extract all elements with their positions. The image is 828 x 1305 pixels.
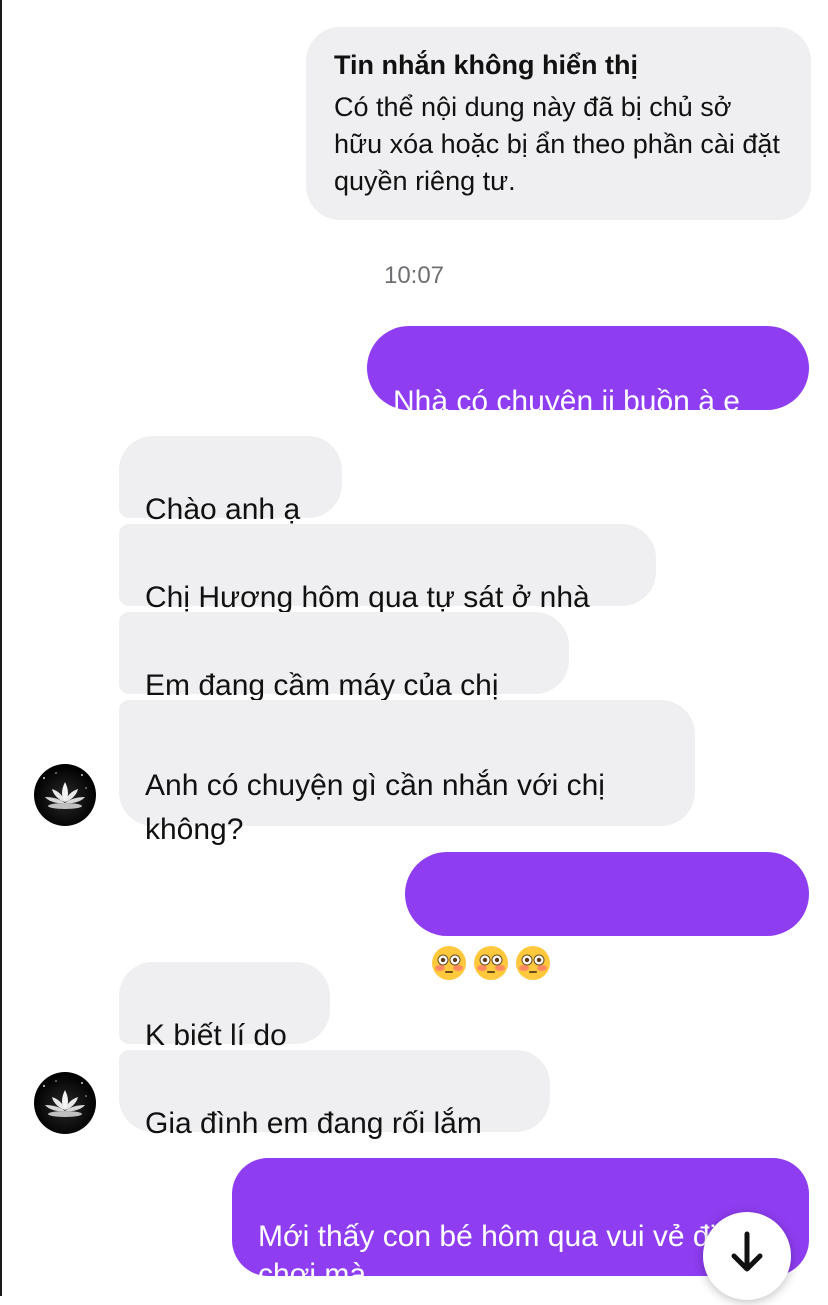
message-bubble-outgoing[interactable]: hả sao lại thế: [405, 852, 809, 1052]
message-bubble-incoming[interactable]: Chị Hương hôm qua tự sát ở nhà: [119, 524, 656, 614]
lotus-icon: [43, 1080, 87, 1117]
arrow-down-icon: [731, 1231, 763, 1272]
unavailable-message-title: Tin nhắn không hiển thị: [334, 50, 638, 80]
message-bubble-incoming[interactable]: Anh có chuyện gì cần nhắn với chị không?: [119, 700, 695, 846]
message-text: Nhà có chuyện ji buồn à e: [393, 385, 740, 418]
message-bubble-incoming[interactable]: K biết lí do: [119, 962, 330, 1052]
screen-edge: [0, 0, 2, 1296]
message-text: Gia đình em đang rối lắm: [145, 1107, 482, 1140]
emoji-group: [431, 945, 557, 981]
scroll-to-bottom-button[interactable]: [703, 1212, 791, 1300]
message-bubble-outgoing[interactable]: Nhà có chuyện ji buồn à e: [367, 326, 809, 418]
message-text: Chị Hương hôm qua tự sát ở nhà: [145, 581, 590, 614]
message-timestamp: 10:07: [383, 262, 445, 289]
lotus-avatar[interactable]: [34, 1072, 96, 1134]
message-text: Anh có chuyện gì cần nhắn với chị không?: [145, 769, 605, 846]
message-text: K biết lí do: [145, 1019, 287, 1052]
unavailable-message-description: Có thể nội dung này đã bị chủ sở hữu xóa…: [334, 92, 780, 196]
message-text: Em đang cầm máy của chị: [145, 669, 499, 702]
message-bubble-incoming[interactable]: Em đang cầm máy của chị: [119, 612, 569, 702]
lotus-avatar[interactable]: [34, 764, 96, 826]
lotus-icon: [43, 772, 87, 809]
flushed-face-icon: [516, 946, 550, 981]
message-text: Mới thấy con bé hôm qua vui vẻ đi chơi m…: [258, 1220, 717, 1291]
message-text: hả sao lại thế: [431, 1019, 610, 1053]
unavailable-message-card[interactable]: Tin nhắn không hiển thị Có thể nội dung …: [306, 27, 811, 220]
flushed-face-icon: [474, 946, 508, 981]
message-bubble-incoming[interactable]: Chào anh ạ: [119, 436, 342, 526]
flushed-face-icon: [432, 946, 466, 981]
message-bubble-incoming[interactable]: Gia đình em đang rối lắm: [119, 1050, 550, 1140]
message-text: Chào anh ạ: [145, 493, 301, 526]
